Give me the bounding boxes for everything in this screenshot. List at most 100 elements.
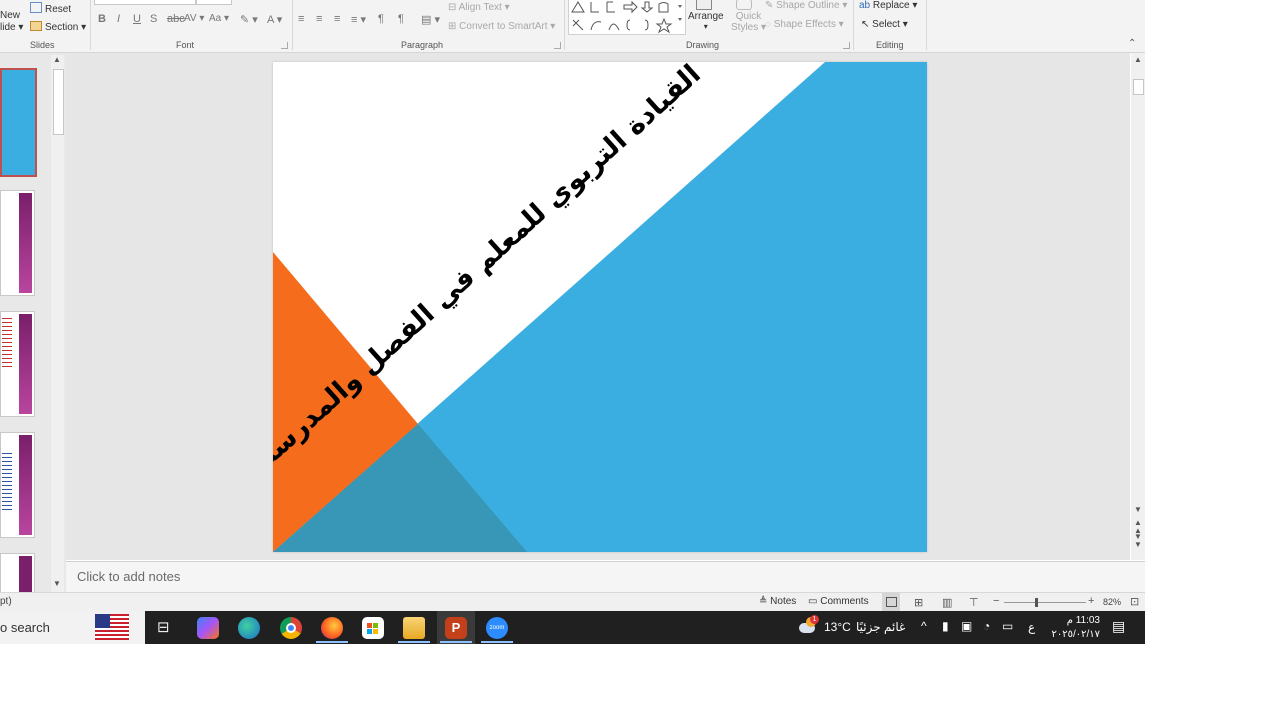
replace-icon: ab — [859, 0, 871, 11]
section-button[interactable]: Section ▾ — [30, 21, 86, 33]
drawing-group-label: Drawing — [686, 40, 720, 50]
slide-thumbnail-5[interactable] — [0, 553, 35, 595]
font-size-box[interactable] — [196, 0, 232, 5]
slides-group-label: Slides — [30, 40, 55, 50]
zoom-in-button[interactable]: + — [1088, 595, 1094, 607]
notification-icon[interactable]: ▤ — [1112, 618, 1125, 635]
zoom-slider[interactable] — [1004, 598, 1086, 607]
char-spacing-button[interactable]: AV ▾ — [184, 13, 204, 24]
justify-button[interactable]: ≡ ▾ — [351, 13, 366, 26]
status-bar: pt) ≜ Notes ▭ Comments ⊞ ▥ ⊤ − + 82% ⊡ — [0, 592, 1145, 612]
weather-condition[interactable]: غائم جزئيًا — [856, 620, 905, 634]
shape-effects-icon: ◌ — [765, 19, 771, 30]
scroll-down-arrow[interactable]: ▼ — [53, 579, 61, 588]
shape-gallery-icon[interactable] — [568, 0, 686, 35]
thumbnail-scroll-thumb[interactable] — [53, 69, 64, 135]
bold-button[interactable]: B — [98, 13, 106, 25]
ltr-button[interactable]: ¶ — [398, 13, 404, 25]
select-icon: ↖ — [861, 19, 870, 30]
slideshow-icon[interactable]: ⊤ — [969, 596, 979, 609]
weather-temperature[interactable]: 13°C — [824, 620, 851, 634]
notes-placeholder: Click to add notes — [77, 569, 181, 584]
align-left-button[interactable]: ≡ — [298, 13, 304, 25]
status-language[interactable]: pt) — [0, 596, 12, 607]
reset-icon — [30, 2, 42, 13]
zoom-slider-thumb[interactable] — [1035, 598, 1038, 607]
rtl-button[interactable]: ¶ — [378, 13, 384, 25]
powerpoint-icon[interactable]: P — [445, 617, 467, 639]
zoom-out-button[interactable]: − — [993, 595, 999, 607]
next-slide-button[interactable]: ▼ ▼ — [1134, 533, 1142, 549]
scroll-up-arrow[interactable]: ▲ — [53, 55, 61, 64]
arrange-button[interactable]: Arrange ▾ — [688, 0, 724, 31]
edge-icon[interactable] — [238, 617, 260, 639]
new-slide-button[interactable]: New lide ▾ — [0, 10, 23, 33]
clock[interactable]: 11:03 م ٢٠٢٥/٠٢/١٧ — [1050, 614, 1100, 642]
mic-icon[interactable]: ▮ — [942, 619, 949, 633]
input-language[interactable]: ع — [1028, 620, 1035, 634]
shadow-button[interactable]: S — [150, 13, 157, 25]
taskbar-search-box[interactable]: o search — [0, 611, 145, 644]
display-icon[interactable]: ▣ — [961, 619, 972, 633]
columns-button[interactable]: ▤ ▾ — [421, 13, 440, 26]
weather-icon[interactable]: 1 — [797, 615, 819, 637]
zoom-icon[interactable]: zoom — [486, 617, 508, 639]
convert-smartart-button[interactable]: ⊞ Convert to SmartArt ▾ — [448, 21, 555, 32]
highlight-button[interactable]: ✎ ▾ — [240, 13, 258, 26]
align-text-button[interactable]: ⊟ Align Text ▾ — [448, 2, 510, 13]
normal-view-button[interactable] — [882, 593, 900, 611]
collapse-ribbon-icon[interactable]: ⌃ — [1128, 38, 1136, 49]
paragraph-group-label: Paragraph — [401, 40, 444, 50]
drawing-dialog-launcher[interactable] — [843, 42, 850, 49]
store-icon[interactable] — [362, 617, 384, 639]
quick-styles-button[interactable]: Quick Styles ▾ — [731, 0, 766, 33]
fit-slide-icon[interactable]: ⊡ — [1130, 595, 1139, 608]
clock-date: ٢٠٢٥/٠٢/١٧ — [1051, 629, 1100, 640]
font-dialog-launcher[interactable] — [281, 42, 288, 49]
thumbnail-scrollbar[interactable]: ▲ ▼ — [51, 55, 64, 592]
reading-view-icon[interactable]: ▥ — [942, 596, 952, 609]
section-icon — [30, 21, 42, 31]
tray-overflow-button[interactable]: ^ — [921, 619, 927, 633]
paragraph-dialog-launcher[interactable] — [554, 42, 561, 49]
change-case-button[interactable]: Aa ▾ — [209, 13, 229, 24]
editing-group-label: Editing — [876, 40, 904, 50]
slide-scrollbar[interactable]: ▲ ▼ ▲ ▲ ▼ ▼ — [1131, 53, 1145, 560]
shape-effects-button[interactable]: ◌ Shape Effects ▾ — [765, 19, 844, 30]
task-view-icon[interactable]: ⊟ — [157, 618, 170, 636]
strikethrough-button[interactable]: abc — [167, 13, 185, 25]
align-center-button[interactable]: ≡ — [316, 13, 322, 25]
slide-thumbnail-3[interactable] — [0, 311, 35, 417]
slide-1[interactable]: القيادة التربوي للمعلم في الفصل والمدرسة — [273, 62, 927, 552]
slide-thumbnail-1[interactable] — [0, 68, 37, 177]
scroll-down-arrow[interactable]: ▼ — [1134, 505, 1142, 514]
select-button[interactable]: ↖ Select ▾ — [861, 19, 908, 30]
slide-sorter-icon[interactable]: ⊞ — [914, 596, 923, 609]
zoom-level[interactable]: 82% — [1103, 597, 1121, 607]
font-name-box[interactable] — [94, 0, 196, 5]
replace-button[interactable]: ab Replace ▾ — [859, 0, 917, 11]
us-flag-icon — [95, 614, 129, 640]
ribbon: New lide ▾ Reset Section ▾ Slides B I U … — [0, 0, 1145, 53]
file-explorer-icon[interactable] — [403, 617, 425, 639]
firefox-icon[interactable] — [321, 617, 343, 639]
new-slide-label: New — [0, 10, 21, 21]
chrome-icon[interactable] — [280, 617, 302, 639]
underline-button[interactable]: U — [133, 13, 141, 25]
notes-button[interactable]: ≜ Notes — [759, 596, 796, 607]
slide-thumbnail-4[interactable] — [0, 432, 35, 538]
wifi-icon[interactable]: ◔ — [983, 619, 990, 633]
reset-button[interactable]: Reset — [30, 2, 71, 15]
align-right-button[interactable]: ≡ — [334, 13, 340, 25]
italic-button[interactable]: I — [117, 13, 120, 25]
scroll-up-arrow[interactable]: ▲ — [1134, 55, 1142, 64]
battery-icon[interactable]: ▭ — [1002, 619, 1013, 633]
comments-button[interactable]: ▭ Comments — [808, 596, 869, 607]
clock-time: 11:03 م — [1066, 615, 1100, 626]
font-color-button[interactable]: A ▾ — [267, 13, 282, 26]
shape-outline-button[interactable]: ✎ Shape Outline ▾ — [765, 0, 847, 11]
slide-thumbnail-2[interactable] — [0, 190, 35, 296]
copilot-icon[interactable] — [197, 617, 219, 639]
slide-scroll-thumb[interactable] — [1133, 79, 1144, 95]
notes-pane[interactable]: Click to add notes — [66, 561, 1145, 593]
